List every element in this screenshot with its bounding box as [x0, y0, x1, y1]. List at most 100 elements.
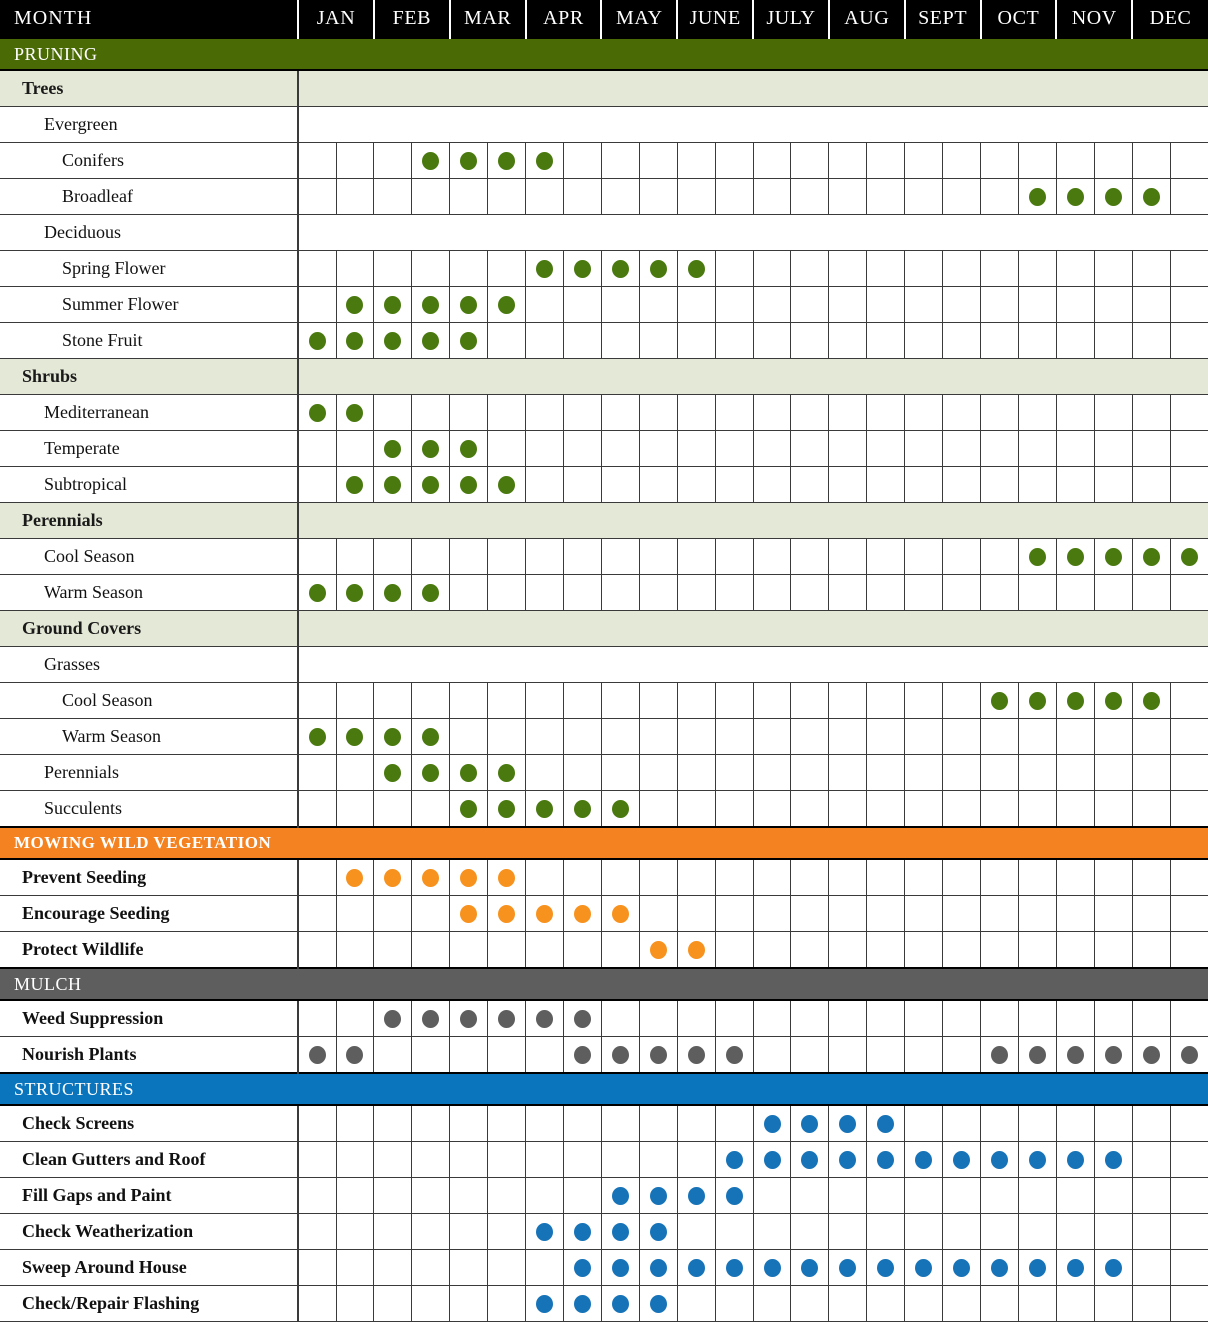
calendar-cell[interactable] [752, 178, 791, 215]
calendar-cell[interactable] [449, 682, 488, 719]
calendar-cell[interactable] [1131, 322, 1171, 359]
calendar-cell[interactable] [638, 1000, 678, 1037]
calendar-cell[interactable] [335, 1249, 374, 1286]
calendar-cell[interactable] [904, 790, 943, 828]
calendar-cell[interactable] [525, 1036, 564, 1074]
calendar-cell[interactable] [449, 1213, 488, 1250]
calendar-cell[interactable] [600, 1141, 640, 1178]
calendar-cell[interactable] [904, 1105, 943, 1142]
calendar-cell[interactable] [600, 394, 640, 431]
calendar-cell[interactable] [942, 790, 981, 828]
calendar-cell[interactable] [752, 394, 791, 431]
calendar-cell[interactable] [676, 790, 716, 828]
calendar-cell[interactable] [525, 574, 564, 611]
calendar-cell[interactable] [790, 1177, 829, 1214]
calendar-cell[interactable] [563, 466, 602, 503]
calendar-cell[interactable] [335, 1177, 374, 1214]
calendar-cell[interactable] [1093, 250, 1133, 287]
calendar-cell[interactable] [525, 1249, 564, 1286]
calendar-cell[interactable] [638, 394, 678, 431]
calendar-cell[interactable] [411, 1249, 450, 1286]
calendar-cell[interactable] [752, 574, 791, 611]
calendar-cell[interactable] [297, 895, 337, 932]
calendar-cell[interactable] [600, 1000, 640, 1037]
calendar-cell[interactable] [1169, 1036, 1208, 1074]
calendar-cell[interactable] [1131, 430, 1171, 467]
calendar-cell[interactable] [1169, 718, 1208, 755]
calendar-cell[interactable] [980, 895, 1019, 932]
calendar-cell[interactable] [1093, 1213, 1133, 1250]
calendar-cell[interactable] [600, 142, 640, 179]
calendar-cell[interactable] [1017, 682, 1057, 719]
calendar-cell[interactable] [487, 394, 526, 431]
calendar-cell[interactable] [373, 1036, 412, 1074]
calendar-cell[interactable] [1131, 178, 1171, 215]
calendar-cell[interactable] [904, 931, 943, 969]
calendar-cell[interactable] [1169, 538, 1208, 575]
calendar-cell[interactable] [373, 394, 412, 431]
calendar-cell[interactable] [563, 574, 602, 611]
calendar-cell[interactable] [1017, 466, 1057, 503]
calendar-cell[interactable] [411, 322, 450, 359]
calendar-cell[interactable] [942, 286, 981, 323]
calendar-cell[interactable] [828, 178, 867, 215]
calendar-cell[interactable] [1017, 538, 1057, 575]
calendar-cell[interactable] [1055, 1036, 1095, 1074]
calendar-cell[interactable] [638, 1177, 678, 1214]
calendar-cell[interactable] [487, 430, 526, 467]
calendar-cell[interactable] [1055, 1249, 1095, 1286]
calendar-cell[interactable] [790, 466, 829, 503]
calendar-cell[interactable] [676, 718, 716, 755]
calendar-cell[interactable] [752, 1213, 791, 1250]
calendar-cell[interactable] [1017, 394, 1057, 431]
calendar-cell[interactable] [1093, 322, 1133, 359]
calendar-cell[interactable] [449, 1036, 488, 1074]
calendar-cell[interactable] [563, 1213, 602, 1250]
calendar-cell[interactable] [449, 1141, 488, 1178]
calendar-cell[interactable] [563, 1036, 602, 1074]
calendar-cell[interactable] [1093, 1177, 1133, 1214]
calendar-cell[interactable] [1169, 895, 1208, 932]
calendar-cell[interactable] [563, 682, 602, 719]
calendar-cell[interactable] [1131, 250, 1171, 287]
calendar-cell[interactable] [1131, 1141, 1171, 1178]
calendar-cell[interactable] [904, 286, 943, 323]
calendar-cell[interactable] [980, 682, 1019, 719]
calendar-cell[interactable] [525, 718, 564, 755]
calendar-cell[interactable] [1055, 574, 1095, 611]
calendar-cell[interactable] [1093, 1141, 1133, 1178]
calendar-cell[interactable] [1169, 142, 1208, 179]
calendar-cell[interactable] [600, 430, 640, 467]
calendar-cell[interactable] [449, 1177, 488, 1214]
calendar-cell[interactable] [1131, 754, 1171, 791]
calendar-cell[interactable] [1017, 1285, 1057, 1322]
calendar-cell[interactable] [676, 1105, 716, 1142]
calendar-cell[interactable] [487, 1213, 526, 1250]
calendar-cell[interactable] [600, 1036, 640, 1074]
calendar-cell[interactable] [563, 1249, 602, 1286]
calendar-cell[interactable] [942, 895, 981, 932]
calendar-cell[interactable] [1055, 250, 1095, 287]
calendar-cell[interactable] [1131, 718, 1171, 755]
calendar-cell[interactable] [866, 574, 905, 611]
calendar-cell[interactable] [1055, 142, 1095, 179]
calendar-cell[interactable] [487, 1285, 526, 1322]
calendar-cell[interactable] [942, 931, 981, 969]
calendar-cell[interactable] [942, 1213, 981, 1250]
calendar-cell[interactable] [449, 394, 488, 431]
calendar-cell[interactable] [866, 682, 905, 719]
calendar-cell[interactable] [676, 682, 716, 719]
calendar-cell[interactable] [525, 931, 564, 969]
calendar-cell[interactable] [866, 718, 905, 755]
calendar-cell[interactable] [828, 286, 867, 323]
calendar-cell[interactable] [638, 682, 678, 719]
calendar-cell[interactable] [1055, 178, 1095, 215]
calendar-cell[interactable] [1131, 1177, 1171, 1214]
calendar-cell[interactable] [335, 1105, 374, 1142]
calendar-cell[interactable] [563, 931, 602, 969]
calendar-cell[interactable] [828, 322, 867, 359]
calendar-cell[interactable] [297, 142, 337, 179]
calendar-cell[interactable] [866, 1213, 905, 1250]
calendar-cell[interactable] [942, 1285, 981, 1322]
calendar-cell[interactable] [980, 859, 1019, 896]
